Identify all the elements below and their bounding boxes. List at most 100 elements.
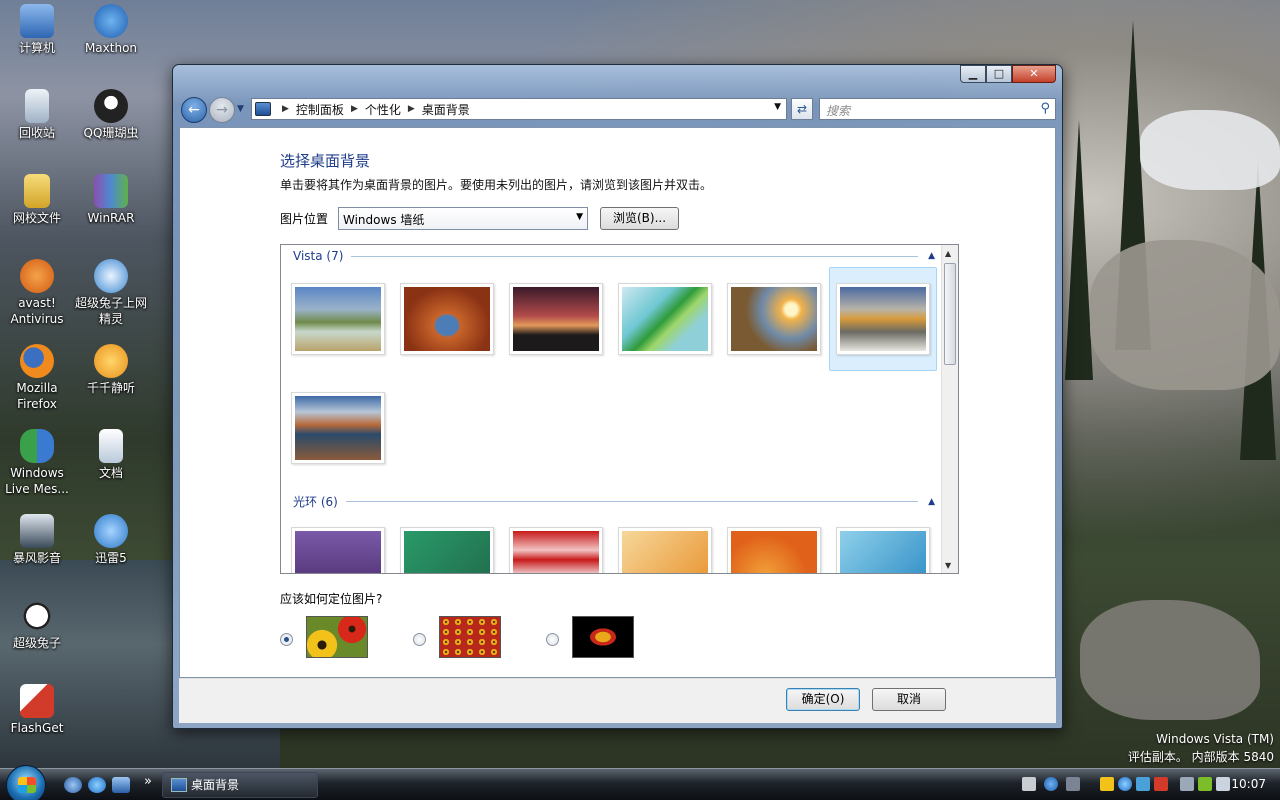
wallpaper-thumbnail[interactable] — [400, 527, 494, 573]
sync-icon[interactable] — [1136, 777, 1150, 791]
wallpaper-thumbnail[interactable] — [727, 527, 821, 573]
scroll-up-arrow-icon[interactable]: ▲ — [945, 249, 951, 258]
minimize-button[interactable]: ▁ — [960, 65, 986, 83]
internet-explorer-icon[interactable] — [88, 777, 106, 793]
recycle-bin-icon — [25, 89, 49, 123]
recent-pages-dropdown[interactable]: ▼ — [237, 104, 244, 114]
wallpaper-thumbnail[interactable] — [291, 283, 385, 355]
watermark-product: Windows Vista (TM) — [1156, 732, 1274, 746]
wallpaper-thumbnail[interactable] — [836, 527, 930, 573]
language-icon[interactable] — [1066, 777, 1080, 791]
search-input[interactable]: 搜索 ⚲ — [819, 98, 1056, 120]
wallpaper-thumbnail[interactable] — [509, 283, 603, 355]
flashget-icon — [20, 684, 54, 718]
desktop-icon-label: 计算机 — [18, 41, 55, 55]
position-tile-preview[interactable] — [439, 616, 501, 658]
desktop-icon-recycle-bin[interactable]: 回收站 — [0, 89, 74, 141]
desktop-icon-winrar[interactable]: WinRAR — [74, 174, 148, 226]
close-button[interactable]: ✕ — [1012, 65, 1056, 83]
position-center-radio[interactable] — [546, 633, 559, 646]
address-bar[interactable]: ▶ 控制面板 ▶ 个性化 ▶ 桌面背景 ▼ — [251, 98, 787, 120]
security-icon[interactable] — [1100, 777, 1114, 791]
maximize-button[interactable]: □ — [986, 65, 1012, 83]
breadcrumb-separator-icon[interactable]: ▶ — [351, 104, 358, 114]
desktop-icon-super-rabbit[interactable]: 超级兔子 — [0, 599, 74, 651]
desktop-icon-maxthon[interactable]: Maxthon — [74, 4, 148, 56]
desktop-icon-documents[interactable]: 文档 — [74, 429, 148, 481]
wallpaper-thumbnail[interactable] — [291, 527, 385, 573]
desktop-icon-rabbit-net[interactable]: 超级兔子上网精灵 — [74, 259, 148, 327]
wallpaper-thumbnail[interactable] — [727, 283, 821, 355]
browse-button[interactable]: 浏览(B)... — [600, 207, 679, 230]
breadcrumb-control-panel[interactable]: 控制面板 — [296, 101, 344, 118]
desktop-icon-storm-player[interactable]: 暴风影音 — [0, 514, 74, 566]
power-icon[interactable] — [1198, 777, 1212, 791]
gallery-scrollbar[interactable]: ▲ ▼ — [941, 245, 958, 573]
desktop-icon-label: 回收站 — [18, 126, 55, 140]
breadcrumb-desktop-background[interactable]: 桌面背景 — [422, 101, 470, 118]
page-title: 选择桌面背景 — [280, 152, 371, 170]
wallpaper-thumbnail[interactable] — [618, 283, 712, 355]
control-panel-icon — [171, 778, 187, 792]
position-fill-preview[interactable] — [306, 616, 368, 658]
keyboard-icon[interactable] — [1022, 777, 1036, 791]
forward-button[interactable]: → — [209, 97, 235, 123]
position-fill-radio[interactable] — [280, 633, 293, 646]
breadcrumb-personalization[interactable]: 个性化 — [365, 101, 401, 118]
desktop-icon-flashget[interactable]: FlashGet — [0, 684, 74, 736]
desktop-icon-computer[interactable]: 计算机 — [0, 4, 74, 56]
error-icon[interactable] — [1154, 777, 1168, 791]
rabbit-icon — [94, 259, 128, 293]
watermark-build: 评估副本。 内部版本 5840 — [1127, 750, 1274, 764]
content-pane: 选择桌面背景 单击要将其作为桌面背景的图片。要使用未列出的图片，请浏览到该图片并… — [179, 127, 1056, 678]
desktop-icon-label: 网校文件 — [12, 211, 61, 225]
collapse-group-icon[interactable]: ▲ — [928, 497, 935, 507]
desktop-icon-thunder[interactable]: 迅雷5 — [74, 514, 148, 566]
search-icon[interactable]: ⚲ — [1040, 101, 1050, 116]
back-button[interactable]: ← — [181, 97, 207, 123]
picture-location-label: 图片位置 — [280, 212, 329, 226]
show-desktop-icon[interactable] — [64, 777, 82, 793]
desktop-icon-firefox[interactable]: Mozilla Firefox — [0, 344, 74, 412]
scroll-down-arrow-icon[interactable]: ▼ — [945, 561, 951, 570]
wallpaper-thumbnail[interactable] — [291, 392, 385, 464]
picture-location-value: Windows 墙纸 — [343, 213, 425, 227]
info-icon[interactable] — [1118, 777, 1132, 791]
wallpaper-thumbnail-selected[interactable] — [836, 283, 930, 355]
wallpaper-thumbnail[interactable] — [618, 527, 712, 573]
position-center-preview[interactable] — [572, 616, 634, 658]
desktop-rock — [1090, 240, 1280, 390]
desktop-icon-ttplayer[interactable]: 千千静听 — [74, 344, 148, 396]
ok-button[interactable]: 确定(O) — [786, 688, 860, 711]
switch-windows-icon[interactable] — [112, 777, 130, 793]
taskbar-item-desktop-background[interactable]: 桌面背景 — [162, 772, 318, 798]
position-tile-radio[interactable] — [413, 633, 426, 646]
desktop-icon-avast[interactable]: avast! Antivirus — [0, 259, 74, 327]
winrar-icon — [94, 174, 128, 208]
wallpaper-thumbnail[interactable] — [400, 283, 494, 355]
start-button[interactable] — [6, 765, 46, 800]
desktop-icon-qq[interactable]: QQ珊瑚虫 — [74, 89, 148, 141]
help-icon[interactable] — [1044, 777, 1058, 791]
address-dropdown-icon[interactable]: ▼ — [774, 102, 781, 112]
computer-icon — [20, 4, 54, 38]
breadcrumb-separator-icon[interactable]: ▶ — [408, 104, 415, 114]
collapse-group-icon[interactable]: ▲ — [928, 251, 935, 261]
volume-icon[interactable] — [1216, 777, 1230, 791]
quicklaunch-more-icon[interactable]: » — [144, 774, 152, 789]
desktop-icon-live-messenger[interactable]: Windows Live Mes... — [0, 429, 74, 497]
breadcrumb-separator-icon[interactable]: ▶ — [282, 104, 289, 114]
maxthon-icon — [94, 4, 128, 38]
refresh-button[interactable]: ⇄ — [791, 98, 813, 120]
wallpaper-image — [513, 531, 599, 573]
clock[interactable]: 10:07 — [1231, 777, 1266, 791]
scrollbar-thumb[interactable] — [944, 263, 956, 365]
network-icon[interactable] — [1180, 777, 1194, 791]
picture-location-select[interactable]: Windows 墙纸 ▼ — [338, 207, 588, 230]
desktop-icon-label: Maxthon — [84, 41, 138, 55]
cancel-button[interactable]: 取消 — [872, 688, 946, 711]
wallpaper-thumbnail[interactable] — [509, 527, 603, 573]
desktop-icon-folder[interactable]: 网校文件 — [0, 174, 74, 226]
group-header-vista[interactable]: Vista (7) ▲ — [293, 249, 935, 263]
group-header-halo[interactable]: 光环 (6) ▲ — [293, 493, 935, 510]
